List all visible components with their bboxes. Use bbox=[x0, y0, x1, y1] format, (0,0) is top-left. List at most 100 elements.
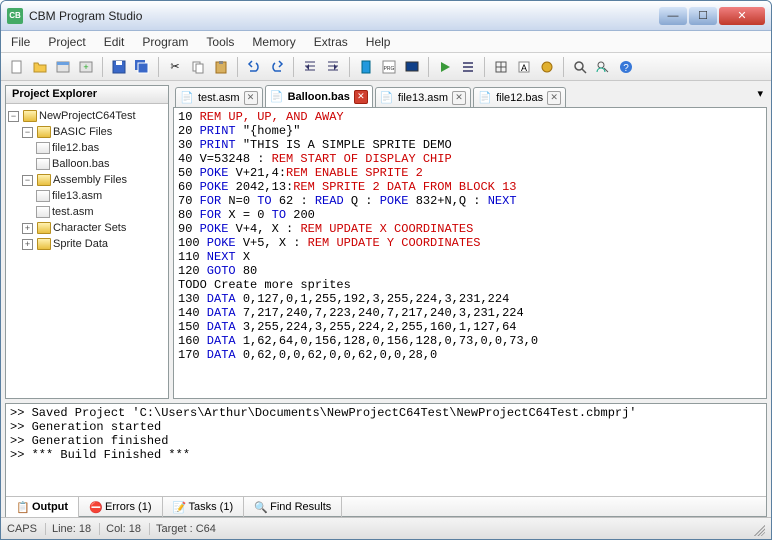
list-icon[interactable] bbox=[458, 57, 478, 77]
resize-grip-icon[interactable] bbox=[751, 522, 765, 536]
tree-file[interactable]: Balloon.bas bbox=[8, 156, 166, 172]
tree-file[interactable]: file12.bas bbox=[8, 140, 166, 156]
folder-icon bbox=[37, 238, 51, 250]
screen-preview-icon[interactable] bbox=[402, 57, 422, 77]
app-window: CB CBM Program Studio — ☐ ✕ File Project… bbox=[0, 0, 772, 540]
folder-icon bbox=[23, 110, 37, 122]
tree-group-asm[interactable]: −Assembly Files bbox=[8, 172, 166, 188]
tree-file-label: file13.asm bbox=[52, 190, 102, 202]
replace-icon[interactable] bbox=[593, 57, 613, 77]
file-icon bbox=[36, 190, 50, 202]
tab-balloon-bas[interactable]: 📄Balloon.bas✕ bbox=[265, 85, 373, 107]
tab-test-asm[interactable]: 📄test.asm✕ bbox=[175, 87, 263, 107]
save-all-icon[interactable] bbox=[132, 57, 152, 77]
menu-edit[interactable]: Edit bbox=[104, 35, 125, 49]
statusbar: CAPS Line: 18 Col: 18 Target : C64 bbox=[1, 517, 771, 539]
output-tab-label: Output bbox=[32, 501, 68, 513]
cut-icon[interactable]: ✂ bbox=[165, 57, 185, 77]
tree-group-label: BASIC Files bbox=[53, 126, 112, 138]
output-tab-tasks[interactable]: 📝 Tasks (1) bbox=[163, 497, 245, 517]
indent-left-icon[interactable] bbox=[300, 57, 320, 77]
tree-group-charsets[interactable]: +Character Sets bbox=[8, 220, 166, 236]
output-tab-find[interactable]: 🔍Find Results bbox=[244, 497, 342, 517]
app-icon: CB bbox=[7, 8, 23, 24]
tab-label: Balloon.bas bbox=[288, 91, 350, 103]
svg-text:PRG: PRG bbox=[384, 66, 395, 72]
bas-icon: 📄 bbox=[478, 91, 492, 105]
file-icon bbox=[36, 142, 50, 154]
save-icon[interactable] bbox=[109, 57, 129, 77]
char-editor-icon[interactable]: A bbox=[514, 57, 534, 77]
sprite-editor-icon[interactable] bbox=[537, 57, 557, 77]
tree-file-label: Balloon.bas bbox=[52, 158, 110, 170]
file-icon bbox=[36, 158, 50, 170]
folder-icon bbox=[37, 174, 51, 186]
new-file-icon[interactable] bbox=[7, 57, 27, 77]
find-icon[interactable] bbox=[570, 57, 590, 77]
close-tab-icon[interactable]: ✕ bbox=[547, 91, 561, 105]
minimize-button[interactable]: — bbox=[659, 7, 687, 25]
undo-icon[interactable] bbox=[244, 57, 264, 77]
status-caps: CAPS bbox=[7, 523, 46, 535]
grid-icon[interactable] bbox=[491, 57, 511, 77]
tree-root[interactable]: −NewProjectC64Test bbox=[8, 108, 166, 124]
menu-memory[interactable]: Memory bbox=[252, 35, 295, 49]
tree-group-label: Assembly Files bbox=[53, 174, 127, 186]
tree-file[interactable]: file13.asm bbox=[8, 188, 166, 204]
output-tabstrip: 📋Output ⛔ Errors (1) 📝 Tasks (1) 🔍Find Res… bbox=[6, 496, 766, 516]
code-editor[interactable]: 10 REM UP, UP, AND AWAY 20 PRINT "{home}… bbox=[173, 107, 767, 399]
open-folder-icon[interactable] bbox=[30, 57, 50, 77]
output-tab-output[interactable]: 📋Output bbox=[6, 497, 79, 517]
file-icon bbox=[36, 206, 50, 218]
menu-project[interactable]: Project bbox=[48, 35, 85, 49]
find-icon: 🔍 bbox=[254, 501, 266, 513]
tree-group-label: Sprite Data bbox=[53, 238, 108, 250]
asm-icon: 📄 bbox=[180, 91, 194, 105]
tab-overflow-icon[interactable]: ▾ bbox=[757, 87, 763, 100]
tab-label: file12.bas bbox=[496, 92, 543, 104]
run-icon[interactable] bbox=[435, 57, 455, 77]
output-tab-label: Tasks (1) bbox=[189, 501, 234, 513]
menu-extras[interactable]: Extras bbox=[314, 35, 348, 49]
output-body[interactable]: >> Saved Project 'C:\Users\Arthur\Docume… bbox=[6, 404, 766, 496]
errors-icon: ⛔ bbox=[89, 501, 101, 513]
tree-group-sprites[interactable]: +Sprite Data bbox=[8, 236, 166, 252]
close-tab-icon[interactable]: ✕ bbox=[354, 90, 368, 104]
tab-file13-asm[interactable]: 📄 file13.asm ✕ bbox=[375, 87, 471, 107]
output-tab-label: Errors (1) bbox=[105, 501, 151, 513]
maximize-button[interactable]: ☐ bbox=[689, 7, 717, 25]
tree-file[interactable]: test.asm bbox=[8, 204, 166, 220]
redo-icon[interactable] bbox=[267, 57, 287, 77]
indent-right-icon[interactable] bbox=[323, 57, 343, 77]
menubar: File Project Edit Program Tools Memory E… bbox=[1, 31, 771, 53]
close-tab-icon[interactable]: ✕ bbox=[244, 91, 258, 105]
copy-icon[interactable] bbox=[188, 57, 208, 77]
menu-tools[interactable]: Tools bbox=[206, 35, 234, 49]
tab-file12-bas[interactable]: 📄 file12.bas ✕ bbox=[473, 87, 566, 107]
tree-group-basic[interactable]: −BASIC Files bbox=[8, 124, 166, 140]
paste-icon[interactable] bbox=[211, 57, 231, 77]
menu-program[interactable]: Program bbox=[142, 35, 188, 49]
tasks-icon: 📝 bbox=[173, 501, 185, 513]
tree-root-label: NewProjectC64Test bbox=[39, 110, 136, 122]
tab-label: file13.asm bbox=[398, 92, 448, 104]
project-icon[interactable] bbox=[53, 57, 73, 77]
build-prg-icon[interactable]: PRG bbox=[379, 57, 399, 77]
tree-file-label: test.asm bbox=[52, 206, 94, 218]
tabstrip: 📄test.asm✕ 📄 Balloon.bas ✕ 📄 file13.asm ✕ 📄 f… bbox=[173, 85, 767, 107]
close-tab-icon[interactable]: ✕ bbox=[452, 91, 466, 105]
help-icon[interactable]: ? bbox=[616, 57, 636, 77]
status-col: Col: 18 bbox=[106, 523, 150, 535]
titlebar[interactable]: CB CBM Program Studio — ☐ ✕ bbox=[1, 1, 771, 31]
menu-file[interactable]: File bbox=[11, 35, 30, 49]
asm-icon: 📄 bbox=[380, 91, 394, 105]
menu-help[interactable]: Help bbox=[366, 35, 391, 49]
project-tree[interactable]: −NewProjectC64Test −BASIC Files file12.b… bbox=[6, 104, 168, 256]
svg-text:A: A bbox=[521, 63, 527, 73]
tree-group-label: Character Sets bbox=[53, 222, 126, 234]
bookmark-toggle-icon[interactable] bbox=[356, 57, 376, 77]
add-item-icon[interactable]: + bbox=[76, 57, 96, 77]
toolbar: + ✂ PRG A ? bbox=[1, 53, 771, 81]
output-tab-errors[interactable]: ⛔ Errors (1) bbox=[79, 497, 162, 517]
close-button[interactable]: ✕ bbox=[719, 7, 765, 25]
